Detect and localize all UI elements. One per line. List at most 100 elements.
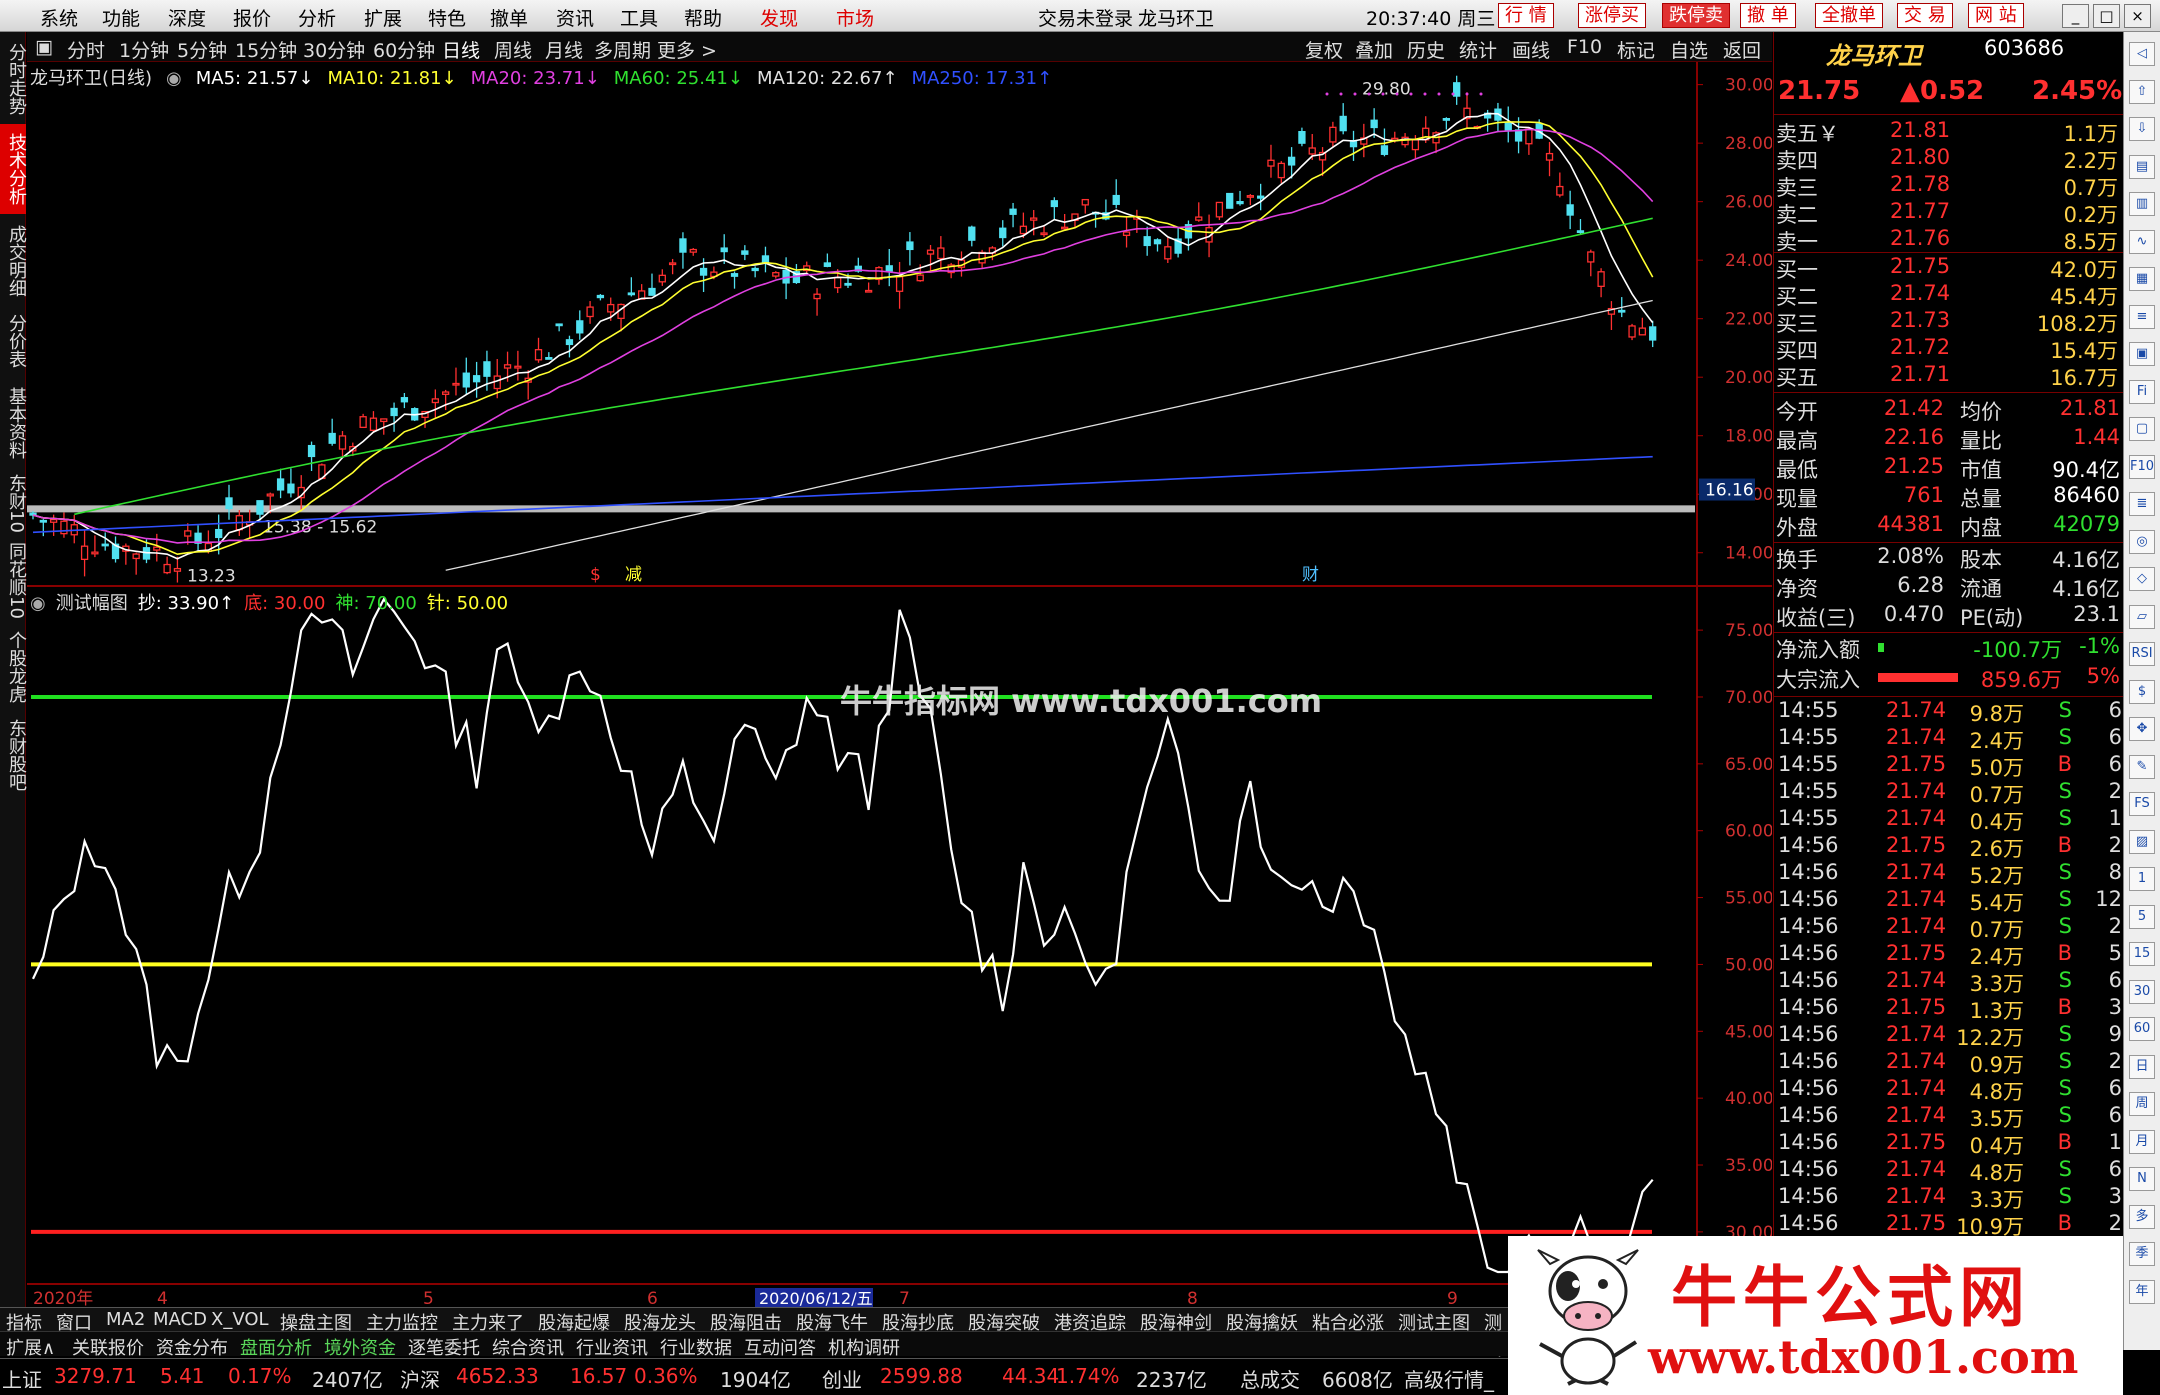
period-tab[interactable]: 30分钟 (303, 36, 365, 63)
menu-item[interactable]: 深度 (168, 4, 206, 31)
up-icon[interactable]: ⇧ (2129, 79, 2155, 104)
fill-icon[interactable]: ▨ (2129, 829, 2155, 854)
extension-tab[interactable]: 行业资讯 (576, 1334, 648, 1360)
grid-icon[interactable]: ▤ (2129, 154, 2155, 179)
week-icon[interactable]: 周 (2129, 1092, 2155, 1116)
period-tab[interactable]: 分时 (67, 36, 105, 63)
left-tab[interactable]: 技术分析 (0, 124, 27, 214)
period-60-icon[interactable]: 60 (2129, 1017, 2155, 1041)
money-icon[interactable]: $ (2129, 679, 2155, 704)
menu-item[interactable]: 撤单 (490, 4, 528, 31)
left-tab[interactable]: 成交明细 (0, 218, 27, 304)
left-tab[interactable]: 基本资料 (0, 378, 27, 468)
toolbar-action[interactable]: 统计 (1459, 36, 1497, 63)
brand-url[interactable]: www.tdx001.com (1648, 1330, 2078, 1384)
left-tab[interactable]: 分价表 (0, 306, 27, 376)
indicator-tab[interactable]: MACD (153, 1309, 207, 1330)
period-tab[interactable]: 1分钟 (119, 36, 169, 63)
menu-item[interactable]: 帮助 (684, 4, 722, 31)
menu-item[interactable]: 扩展 (364, 4, 402, 31)
period-tab[interactable]: 周线 (494, 36, 532, 63)
menu-item[interactable]: 特色 (428, 4, 466, 31)
bars-icon[interactable]: ▦ (2129, 267, 2155, 291)
fs-icon[interactable]: FS (2129, 792, 2155, 816)
quick-button[interactable]: 涨停买 (1578, 3, 1646, 28)
period-tab[interactable]: 15分钟 (235, 36, 297, 63)
menu-item[interactable]: 功能 (102, 4, 140, 31)
wave-icon[interactable]: ∿ (2129, 229, 2155, 254)
menu-item[interactable]: 工具 (620, 4, 658, 31)
period-30-icon[interactable]: 30 (2129, 979, 2155, 1004)
period-tab[interactable]: 月线 (545, 36, 583, 63)
minimize-icon[interactable]: _ (2062, 4, 2089, 28)
left-tab[interactable]: 东财股吧 (0, 712, 27, 798)
month-icon[interactable]: 月 (2129, 1129, 2155, 1154)
menu-item[interactable]: 系统 (40, 4, 78, 31)
toolbar-action[interactable]: 画线 (1512, 36, 1550, 63)
down-icon[interactable]: ⇩ (2129, 117, 2155, 141)
table-icon[interactable]: ▥ (2129, 192, 2155, 216)
menu-item[interactable]: 报价 (233, 4, 271, 31)
indicator-tab[interactable]: X_VOL (211, 1309, 269, 1330)
toolbar-action[interactable]: 历史 (1407, 36, 1445, 63)
extension-tab[interactable]: 扩展∧ (6, 1334, 55, 1360)
period-5-icon[interactable]: 5 (2129, 904, 2155, 929)
extension-tab[interactable]: 行业数据 (660, 1334, 732, 1360)
extension-tab[interactable]: 资金分布 (156, 1334, 228, 1360)
period-tab[interactable]: 日线 (442, 36, 480, 63)
quick-button[interactable]: 网 站 (1968, 3, 2024, 28)
extension-tab[interactable]: 互动问答 (744, 1334, 816, 1360)
year-icon[interactable]: 年 (2129, 1279, 2155, 1304)
discover-menu[interactable]: 发现 (760, 4, 798, 31)
period-tab[interactable]: 多周期 (594, 36, 651, 63)
toolbar-action[interactable]: 复权 (1305, 36, 1343, 63)
indicator-tab[interactable]: MA2 (106, 1309, 145, 1330)
extension-tab[interactable]: 关联报价 (72, 1334, 144, 1360)
menu-item[interactable]: 资讯 (556, 4, 594, 31)
quick-button[interactable]: 全撤单 (1815, 3, 1883, 28)
market-menu[interactable]: 市场 (836, 4, 874, 31)
box-icon[interactable]: ▣ (2129, 342, 2155, 366)
toolbar-action[interactable]: 叠加 (1355, 36, 1393, 63)
pen-icon[interactable]: ✎ (2129, 754, 2155, 779)
left-tab[interactable]: 个股龙虎 (0, 624, 27, 710)
extension-tab[interactable]: 盘面分析 (240, 1334, 312, 1360)
extension-tab[interactable]: 机构调研 (828, 1334, 900, 1360)
menu-icon[interactable]: ≣ (2129, 492, 2155, 516)
frame-icon[interactable]: ▢ (2129, 417, 2155, 441)
extension-tab[interactable]: 逐笔委托 (408, 1334, 480, 1360)
quick-button[interactable]: 跌停卖 (1662, 3, 1730, 28)
diamond-icon[interactable]: ◇ (2129, 567, 2155, 591)
multi-icon[interactable]: 多 (2129, 1204, 2155, 1229)
n-icon[interactable]: N (2129, 1167, 2155, 1191)
toolbar-action[interactable]: 标记 (1617, 36, 1655, 63)
extension-tab[interactable]: 综合资讯 (492, 1334, 564, 1360)
indicator-toggle-icon[interactable]: ◉ (30, 593, 46, 614)
quick-button[interactable]: 撤 单 (1740, 3, 1796, 28)
menu-item[interactable]: 分析 (298, 4, 336, 31)
left-tab[interactable]: 同花顺10 (0, 540, 27, 620)
season-icon[interactable]: 季 (2129, 1242, 2155, 1266)
target-icon[interactable]: ◎ (2129, 529, 2155, 554)
toolbar-action[interactable]: 自选 (1670, 36, 1708, 63)
f10-icon[interactable]: F10 (2129, 454, 2155, 479)
rsi-icon[interactable]: RSI (2129, 642, 2155, 666)
period-1-icon[interactable]: 1 (2129, 867, 2155, 891)
toolbar-action[interactable]: 返回 (1723, 36, 1761, 63)
toolbar-action[interactable]: F10 (1567, 36, 1602, 58)
quick-button[interactable]: 行 情 (1498, 3, 1554, 28)
shape-icon[interactable]: ▱ (2129, 604, 2155, 629)
period-15-icon[interactable]: 15 (2129, 942, 2155, 966)
close-icon[interactable]: × (2124, 4, 2151, 28)
fi-icon[interactable]: Fi (2129, 379, 2155, 404)
quick-button[interactable]: 交 易 (1897, 3, 1953, 28)
left-tab[interactable]: 分时走势 (0, 36, 27, 122)
list-icon[interactable]: ≡ (2129, 304, 2155, 329)
cross-icon[interactable]: ✥ (2129, 717, 2155, 741)
extension-tab[interactable]: 境外资金 (324, 1334, 396, 1360)
period-tab[interactable]: 5分钟 (177, 36, 227, 63)
legend-toggle-icon[interactable]: ◉ (166, 68, 182, 89)
maximize-icon[interactable]: □ (2093, 4, 2120, 28)
period-tab[interactable]: 60分钟 (373, 36, 435, 63)
left-tab[interactable]: 东财10 (0, 470, 27, 536)
